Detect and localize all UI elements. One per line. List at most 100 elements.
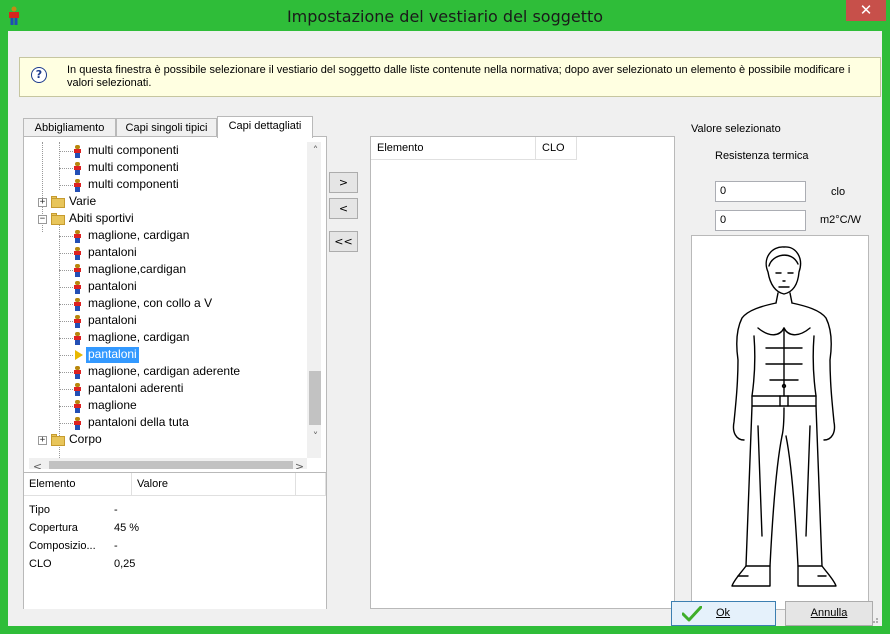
person-clothing-icon [74,179,81,192]
tab-label: Abbigliamento [34,122,105,134]
tree-line [59,406,73,407]
tree-item[interactable]: maglione, cardigan [29,329,307,347]
tree-item-label: maglione, con collo a V [88,296,213,310]
tree-horizontal-scrollbar[interactable]: < > [29,458,307,469]
person-clothing-icon [74,162,81,175]
tree-line [59,168,73,169]
tree-item-label: pantaloni [86,347,139,363]
scroll-down-icon[interactable]: ˅ [307,428,321,445]
m2cw-unit-label: m2°C/W [820,214,862,226]
expand-plus-icon[interactable]: + [38,198,47,207]
tree-item-label: pantaloni [88,279,137,293]
tree-item[interactable]: pantaloni della tuta [29,414,307,432]
tree-item[interactable]: maglione,cardigan [29,261,307,279]
tab-capi-singoli-tipici[interactable]: Capi singoli tipici [116,118,217,138]
folder-open-icon [51,213,65,225]
tab-abbigliamento[interactable]: Abbigliamento [23,118,116,138]
property-value: - [114,504,118,516]
tree-item[interactable]: maglione, cardigan [29,227,307,245]
tree-item-label: pantaloni aderenti [88,381,184,395]
tree-item[interactable]: pantaloni [29,244,307,262]
person-clothing-icon [74,383,81,396]
tree-item-label: maglione [88,398,137,412]
scrollbar-thumb[interactable] [49,461,293,469]
tree-item[interactable]: multi componenti [29,159,307,177]
person-clothing-icon [74,400,81,413]
tree-item[interactable]: pantaloni [29,278,307,296]
tree-item[interactable]: multi componenti [29,176,307,194]
property-label: Tipo [29,504,50,516]
tree-item-selected[interactable]: pantaloni [29,346,307,364]
expand-plus-icon[interactable]: + [38,436,47,445]
tree-item[interactable]: pantaloni aderenti [29,380,307,398]
tree-item-label: Corpo [69,432,102,446]
tab-capi-dettagliati[interactable]: Capi dettagliati [217,116,313,138]
tree-item[interactable]: maglione [29,397,307,415]
tree-line [59,304,73,305]
tree-item[interactable]: multi componenti [29,142,307,160]
arrow-right-icon [75,350,83,360]
tree-item[interactable]: pantaloni [29,312,307,330]
folder-icon [51,434,65,446]
properties-header-valore[interactable]: Valore [132,473,296,496]
tree-item-label: pantaloni [88,245,137,259]
ok-button[interactable]: Ok [671,601,776,626]
tree-line [59,236,73,237]
scroll-left-icon[interactable]: < [29,458,46,469]
remove-item-button[interactable]: < [329,198,358,219]
tree-item[interactable]: maglione, con collo a V [29,295,307,313]
collapse-minus-icon[interactable]: − [38,215,47,224]
tree-item-label: maglione, cardigan [88,228,190,242]
tree-line [59,389,73,390]
person-clothing-icon [74,315,81,328]
property-value: - [114,540,118,552]
tree-line [59,185,73,186]
remove-all-button[interactable]: << [329,231,358,252]
person-clothing-icon [74,145,81,158]
info-banner: ? In questa finestra è possibile selezio… [19,57,881,97]
tree-item[interactable]: maglione, cardigan aderente [29,363,307,381]
help-question-icon: ? [31,67,47,83]
tree-item-label: multi componenti [88,143,179,157]
tree-line [59,151,73,152]
window-title: Impostazione del vestiario del soggetto [286,7,604,26]
person-clothing-icon [74,264,81,277]
person-clothing-icon [74,247,81,260]
clo-input[interactable]: 0 [715,181,806,202]
title-bar[interactable]: Impostazione del vestiario del soggetto … [0,0,890,31]
properties-header-elemento[interactable]: Elemento [24,473,132,496]
tree-line [59,423,73,424]
tree-folder-corpo[interactable]: + Corpo [29,431,307,458]
add-item-button[interactable]: > [329,172,358,193]
tree-item-label: maglione, cardigan aderente [88,364,241,378]
tree-folder-varie[interactable]: + Varie [29,193,307,211]
resize-grip-icon[interactable] [869,613,879,623]
person-clothing-icon [74,417,81,430]
property-label: CLO [29,558,52,570]
properties-header-filler [296,473,326,496]
property-label: Copertura [29,522,78,534]
person-clothing-icon [74,281,81,294]
tree-folder-abiti-sportivi[interactable]: − Abiti sportivi [29,210,307,228]
tree-vertical-scrollbar[interactable]: ˄ ˅ [307,142,321,458]
tree-item-label: Varie [69,194,97,208]
list-header-elemento[interactable]: Elemento [371,137,536,160]
property-value: 45 % [114,522,140,534]
scroll-up-icon[interactable]: ˄ [307,142,321,159]
person-clothing-icon [74,298,81,311]
clothing-tree[interactable]: multi componenti multi componenti multi … [29,142,321,469]
tree-item-label: pantaloni [88,313,137,327]
m2cw-input[interactable]: 0 [715,210,806,231]
close-button[interactable]: ✕ [846,0,886,21]
person-clothing-icon [74,332,81,345]
scroll-right-icon[interactable]: > [291,458,308,469]
properties-grid: Elemento Valore Tipo - Copertura 45 % Co… [24,472,326,609]
tree-item-label: multi componenti [88,177,179,191]
selected-items-list[interactable]: Elemento CLO [370,136,675,609]
list-header-clo[interactable]: CLO [536,137,577,160]
scrollbar-thumb[interactable] [309,371,321,425]
thermal-resistance-label: Resistenza termica [715,150,809,162]
cancel-button[interactable]: Annulla [785,601,873,626]
tree-item-label: Abiti sportivi [69,211,134,225]
tree-item-label: multi componenti [88,160,179,174]
